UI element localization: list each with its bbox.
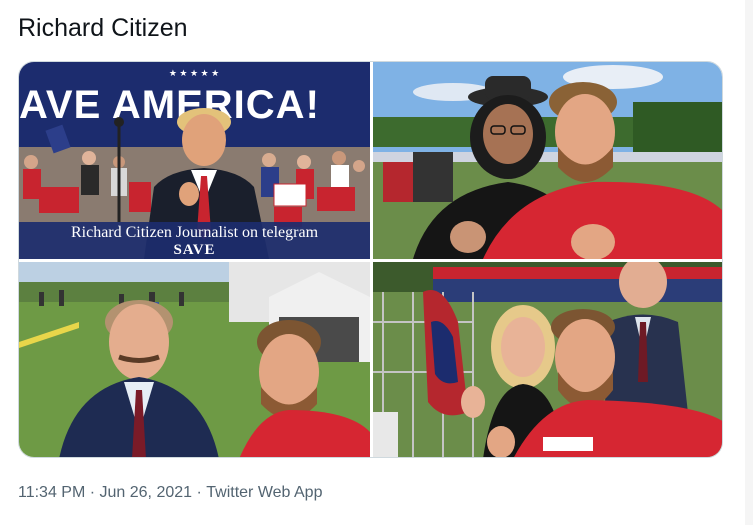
photo-caption: Richard Citizen Journalist on telegram S… [19, 222, 370, 259]
scrollbar[interactable] [745, 0, 753, 525]
tweet-source[interactable]: Twitter Web App [206, 484, 322, 502]
media-grid: ★ ★ ★ ★ ★ AVE AMERICA! Richard Citizen J… [18, 61, 723, 458]
photo-selfie-hat[interactable] [373, 62, 722, 259]
photo-field-selfie[interactable] [19, 262, 370, 457]
caption-line-2: SAVE [173, 242, 216, 258]
banner-text: AVE AMERICA! [19, 83, 320, 127]
meta-separator: · [85, 484, 100, 501]
meta-separator-2: · [192, 484, 207, 501]
photo-rally-stage[interactable]: ★ ★ ★ ★ ★ AVE AMERICA! Richard Citizen J… [19, 62, 370, 259]
author-name[interactable]: Richard Citizen [18, 14, 188, 43]
tweet-timestamp[interactable]: 11:34 PM [18, 484, 85, 502]
photo-group-selfie[interactable] [373, 262, 722, 457]
caption-line-1: Richard Citizen Journalist on telegram [70, 224, 319, 241]
svg-text:★ ★ ★ ★ ★: ★ ★ ★ ★ ★ [169, 68, 219, 78]
tweet-date[interactable]: Jun 26, 2021 [100, 484, 193, 502]
tweet-meta: 11:34 PM · Jun 26, 2021 · Twitter Web Ap… [18, 484, 322, 502]
